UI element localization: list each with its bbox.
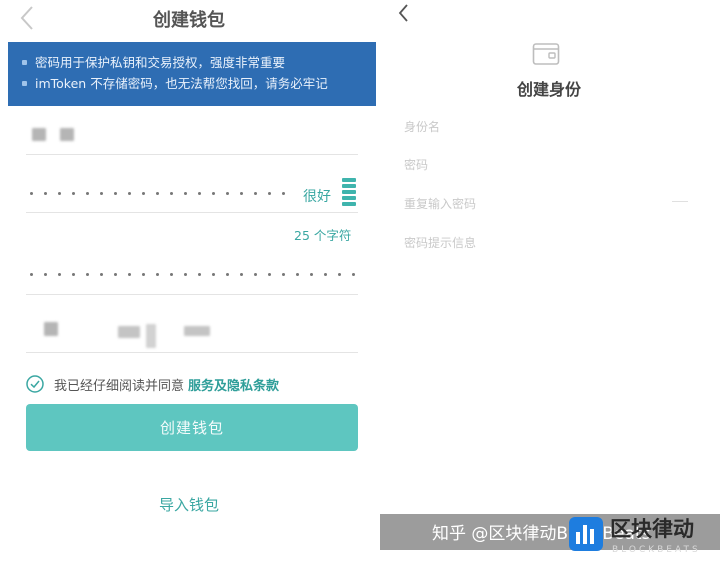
- terms-link[interactable]: 服务及隐私条款: [188, 379, 279, 394]
- notice-line: 密码用于保护私钥和交易授权，强度非常重要: [35, 55, 286, 70]
- input-underline: [26, 212, 358, 213]
- obscured-text: [118, 326, 140, 338]
- check-circle-icon[interactable]: [26, 375, 44, 393]
- blockbeats-logo-icon: [569, 517, 603, 551]
- create-wallet-button[interactable]: 创建钱包: [26, 404, 358, 451]
- password-notice: 密码用于保护私钥和交易授权，强度非常重要 imToken 不存储密码，也无法帮您…: [8, 42, 376, 106]
- notice-line: imToken 不存储密码，也无法帮您找回，请务必牢记: [35, 76, 328, 91]
- identity-repeat-password-input[interactable]: 重复输入密码: [404, 195, 476, 212]
- strength-meter-icon: [342, 178, 356, 206]
- obscured-text: [184, 326, 210, 336]
- wallet-icon: [532, 43, 560, 65]
- import-wallet-link[interactable]: 导入钱包: [0, 494, 378, 515]
- watermark-subtitle: BLOCKBEATS: [612, 545, 701, 555]
- identity-password-input[interactable]: 密码: [404, 156, 428, 173]
- page-title: 创建钱包: [153, 10, 225, 31]
- bullet-icon: [22, 81, 27, 86]
- obscured-text: [60, 128, 74, 141]
- input-underline: [26, 154, 358, 155]
- password-strength-label: 很好: [303, 189, 331, 205]
- identity-password-hint-input[interactable]: 密码提示信息: [404, 234, 476, 251]
- identity-name-input[interactable]: 身份名: [404, 118, 440, 135]
- input-underline: [26, 352, 358, 353]
- page-title: 创建身份: [516, 80, 581, 99]
- agreement-text: 我已经仔细阅读并同意 服务及隐私条款: [54, 375, 279, 394]
- password-mask: [30, 192, 285, 195]
- field-mark: [672, 201, 688, 202]
- obscured-text: [32, 128, 46, 141]
- watermark-brand: 区块律动: [610, 517, 694, 541]
- chevron-left-icon[interactable]: [394, 2, 414, 24]
- password-mask: [30, 273, 355, 276]
- char-count-label: 25 个字符: [294, 228, 352, 243]
- input-underline: [26, 294, 358, 295]
- obscured-text: [44, 322, 58, 336]
- obscured-text: [146, 324, 156, 348]
- agreement-label: 我已经仔细阅读并同意: [54, 379, 185, 394]
- bullet-icon: [22, 60, 27, 65]
